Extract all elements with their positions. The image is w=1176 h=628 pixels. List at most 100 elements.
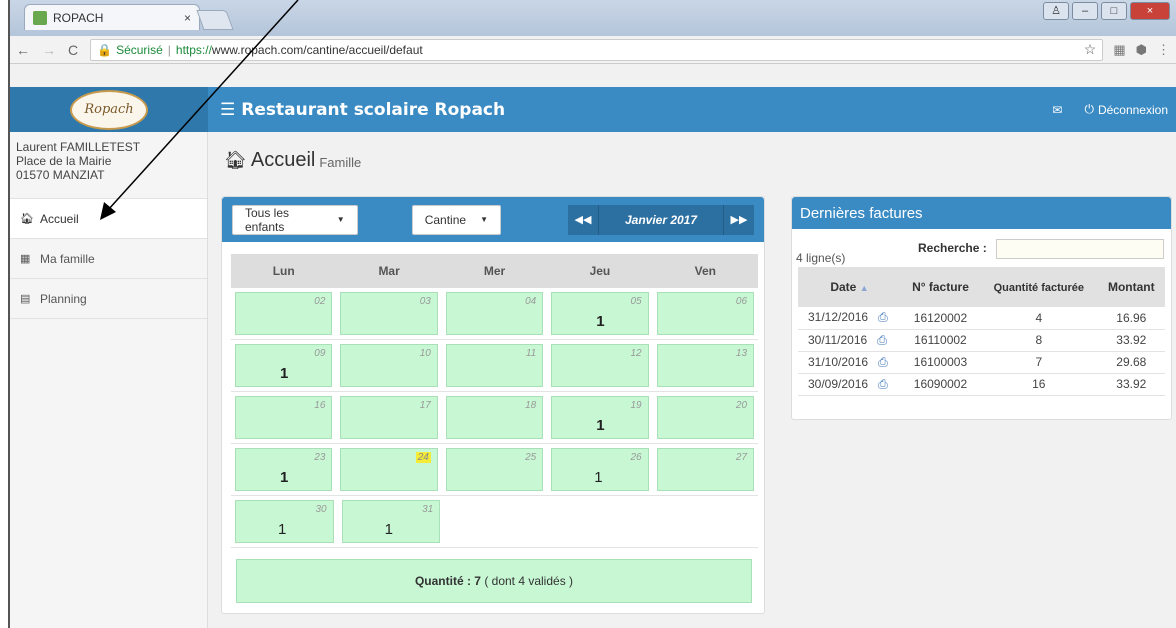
extension-icon[interactable]: ⬢	[1136, 42, 1147, 58]
invoice-number: 16090002	[900, 373, 980, 396]
calendar-day[interactable]: 13	[656, 344, 755, 387]
calendar-day[interactable]: 10	[340, 344, 438, 387]
logo[interactable]: Ropach	[10, 87, 208, 132]
calendar-grid: Lun Mar Mer Jeu Ven 02 03 04 05 1 06 09 1 …	[231, 254, 758, 548]
url-separator: |	[167, 42, 171, 57]
sidebar-item-planning[interactable]: ▤ Planning	[10, 279, 207, 319]
calendar-day[interactable]: 26 1	[551, 448, 649, 491]
calendar-day[interactable]: 09 1	[235, 344, 333, 387]
calendar-day[interactable]: 04	[445, 292, 544, 335]
calendar-day[interactable]: 17	[340, 396, 438, 439]
day-number: 19	[630, 400, 642, 411]
calendar-week: 02 03 04 05 1 06	[231, 288, 758, 340]
app-title: Restaurant scolaire Ropach	[241, 99, 506, 120]
table-row[interactable]: 30/09/2016 ⎙ 16090002 16 33.92	[798, 373, 1165, 396]
header-actions: ✉ ⏻ Déconnexion	[1052, 87, 1168, 132]
calendar-day[interactable]: 24	[340, 448, 438, 491]
invoice-amount: 16.96	[1097, 307, 1165, 330]
column-header-qty[interactable]: Quantité facturée	[979, 267, 1098, 307]
empty-day	[448, 500, 545, 543]
back-icon[interactable]: ←	[16, 42, 30, 58]
hamburger-icon[interactable]: ☰	[220, 100, 235, 120]
reload-icon[interactable]: C	[68, 42, 78, 58]
header-label: Date	[830, 280, 857, 294]
search-input[interactable]	[996, 239, 1164, 259]
page-subtitle: Famille	[319, 155, 362, 170]
search-label: Recherche :	[918, 241, 987, 255]
tab-close-icon[interactable]: ×	[184, 11, 191, 25]
quantity-summary: Quantité : 7 ( dont 4 validés )	[236, 559, 752, 603]
invoice-qty: 7	[979, 351, 1098, 374]
calendar-day[interactable]: 25	[445, 448, 544, 491]
table-header-row: Date ▲ N° facture Quantité facturée Mont…	[798, 267, 1165, 307]
column-header-amount[interactable]: Montant	[1097, 267, 1165, 307]
day-number: 17	[419, 400, 431, 411]
calendar-day[interactable]: 20	[656, 396, 755, 439]
menu-icon[interactable]: ⋮	[1157, 42, 1170, 58]
service-select[interactable]: Cantine ▼	[411, 204, 501, 235]
minimize-button[interactable]: –	[1072, 2, 1098, 20]
day-number: 02	[314, 296, 326, 307]
calendar-day[interactable]: 19 1	[551, 396, 649, 439]
previous-month-button[interactable]: ◀◀	[568, 204, 598, 235]
children-select[interactable]: Tous les enfants ▼	[232, 204, 358, 235]
quantity-total: Quantité : 7	[414, 574, 481, 588]
header-label: Quantité facturée	[993, 282, 1085, 294]
url-field[interactable]: 🔒 Sécurisé | https://www.ropach.com/cant…	[90, 38, 1104, 61]
sidebar-item-accueil[interactable]: 🏠︎ Accueil	[10, 199, 207, 239]
printer-icon[interactable]: ⎙	[878, 355, 888, 369]
maximize-button[interactable]: □	[1101, 2, 1127, 20]
printer-icon[interactable]: ⎙	[877, 333, 887, 347]
tab-strip: ROPACH × ♙ – □ ×	[10, 0, 1176, 36]
table-row[interactable]: 30/11/2016 ⎙ 16110002 8 33.92	[798, 329, 1165, 352]
user-address: Place de la Mairie	[16, 154, 112, 168]
calendar-day[interactable]: 31 1	[341, 500, 441, 543]
table-row[interactable]: 31/12/2016 ⎙ 16120002 4 16.96	[798, 307, 1165, 330]
calendar-day[interactable]: 02	[235, 292, 333, 335]
browser-window: ROPACH × ♙ – □ × ← → C 🔒 Sécurisé | http…	[8, 0, 1176, 628]
calendar-day[interactable]: 18	[445, 396, 544, 439]
table-row[interactable]: 31/10/2016 ⎙ 16100003 7 29.68	[798, 351, 1165, 374]
sidebar-item-label: Planning	[40, 291, 87, 306]
invoice-amount: 33.92	[1097, 373, 1165, 396]
sidebar-item-ma-famille[interactable]: ▦ Ma famille	[10, 239, 207, 279]
day-quantity: 1	[278, 521, 287, 538]
new-tab-button[interactable]	[196, 10, 234, 30]
calendar-week: 30 1 31 1	[231, 496, 758, 548]
calendar-day[interactable]: 05 1	[551, 292, 649, 335]
day-number: 11	[525, 348, 537, 359]
day-number: 09	[314, 348, 326, 359]
day-number: 05	[630, 296, 642, 307]
column-header-date[interactable]: Date ▲	[798, 267, 901, 307]
invoice-qty: 16	[979, 373, 1098, 396]
logout-button[interactable]: ⏻ Déconnexion	[1084, 102, 1168, 117]
calendar-day[interactable]: 06	[656, 292, 755, 335]
calendar-day[interactable]: 12	[551, 344, 649, 387]
close-window-button[interactable]: ×	[1130, 2, 1170, 20]
user-icon[interactable]: ♙	[1043, 2, 1069, 20]
mail-icon[interactable]: ✉	[1052, 103, 1062, 117]
bookmark-star-icon[interactable]: ☆	[1084, 41, 1097, 58]
quantity-detail: ( dont 4 validés )	[484, 574, 574, 588]
empty-day	[553, 500, 650, 543]
extension-icon[interactable]: ▦	[1113, 42, 1125, 58]
browser-tab[interactable]: ROPACH ×	[24, 4, 200, 30]
sidebar-item-label: Accueil	[40, 211, 79, 226]
invoice-date-cell: 30/09/2016 ⎙	[798, 373, 901, 396]
calendar-day[interactable]: 11	[445, 344, 544, 387]
column-header-number[interactable]: N° facture	[900, 267, 980, 307]
calendar-day[interactable]: 16	[235, 396, 333, 439]
calendar-day[interactable]: 30 1	[235, 500, 334, 543]
lock-icon: 🔒	[97, 42, 113, 57]
calendar-day[interactable]: 23 1	[235, 448, 333, 491]
calendar-day[interactable]: 27	[656, 448, 755, 491]
next-month-button[interactable]: ▶▶	[724, 204, 754, 235]
user-name: Laurent FAMILLETEST	[16, 140, 141, 154]
app-title-bar: ☰ Restaurant scolaire Ropach	[220, 87, 505, 132]
calendar-week: 09 1 10 11 12 13	[231, 340, 758, 392]
forward-icon[interactable]: →	[42, 42, 56, 58]
invoice-qty: 8	[979, 329, 1098, 352]
printer-icon[interactable]: ⎙	[878, 310, 888, 324]
printer-icon[interactable]: ⎙	[878, 377, 888, 391]
calendar-day[interactable]: 03	[340, 292, 438, 335]
